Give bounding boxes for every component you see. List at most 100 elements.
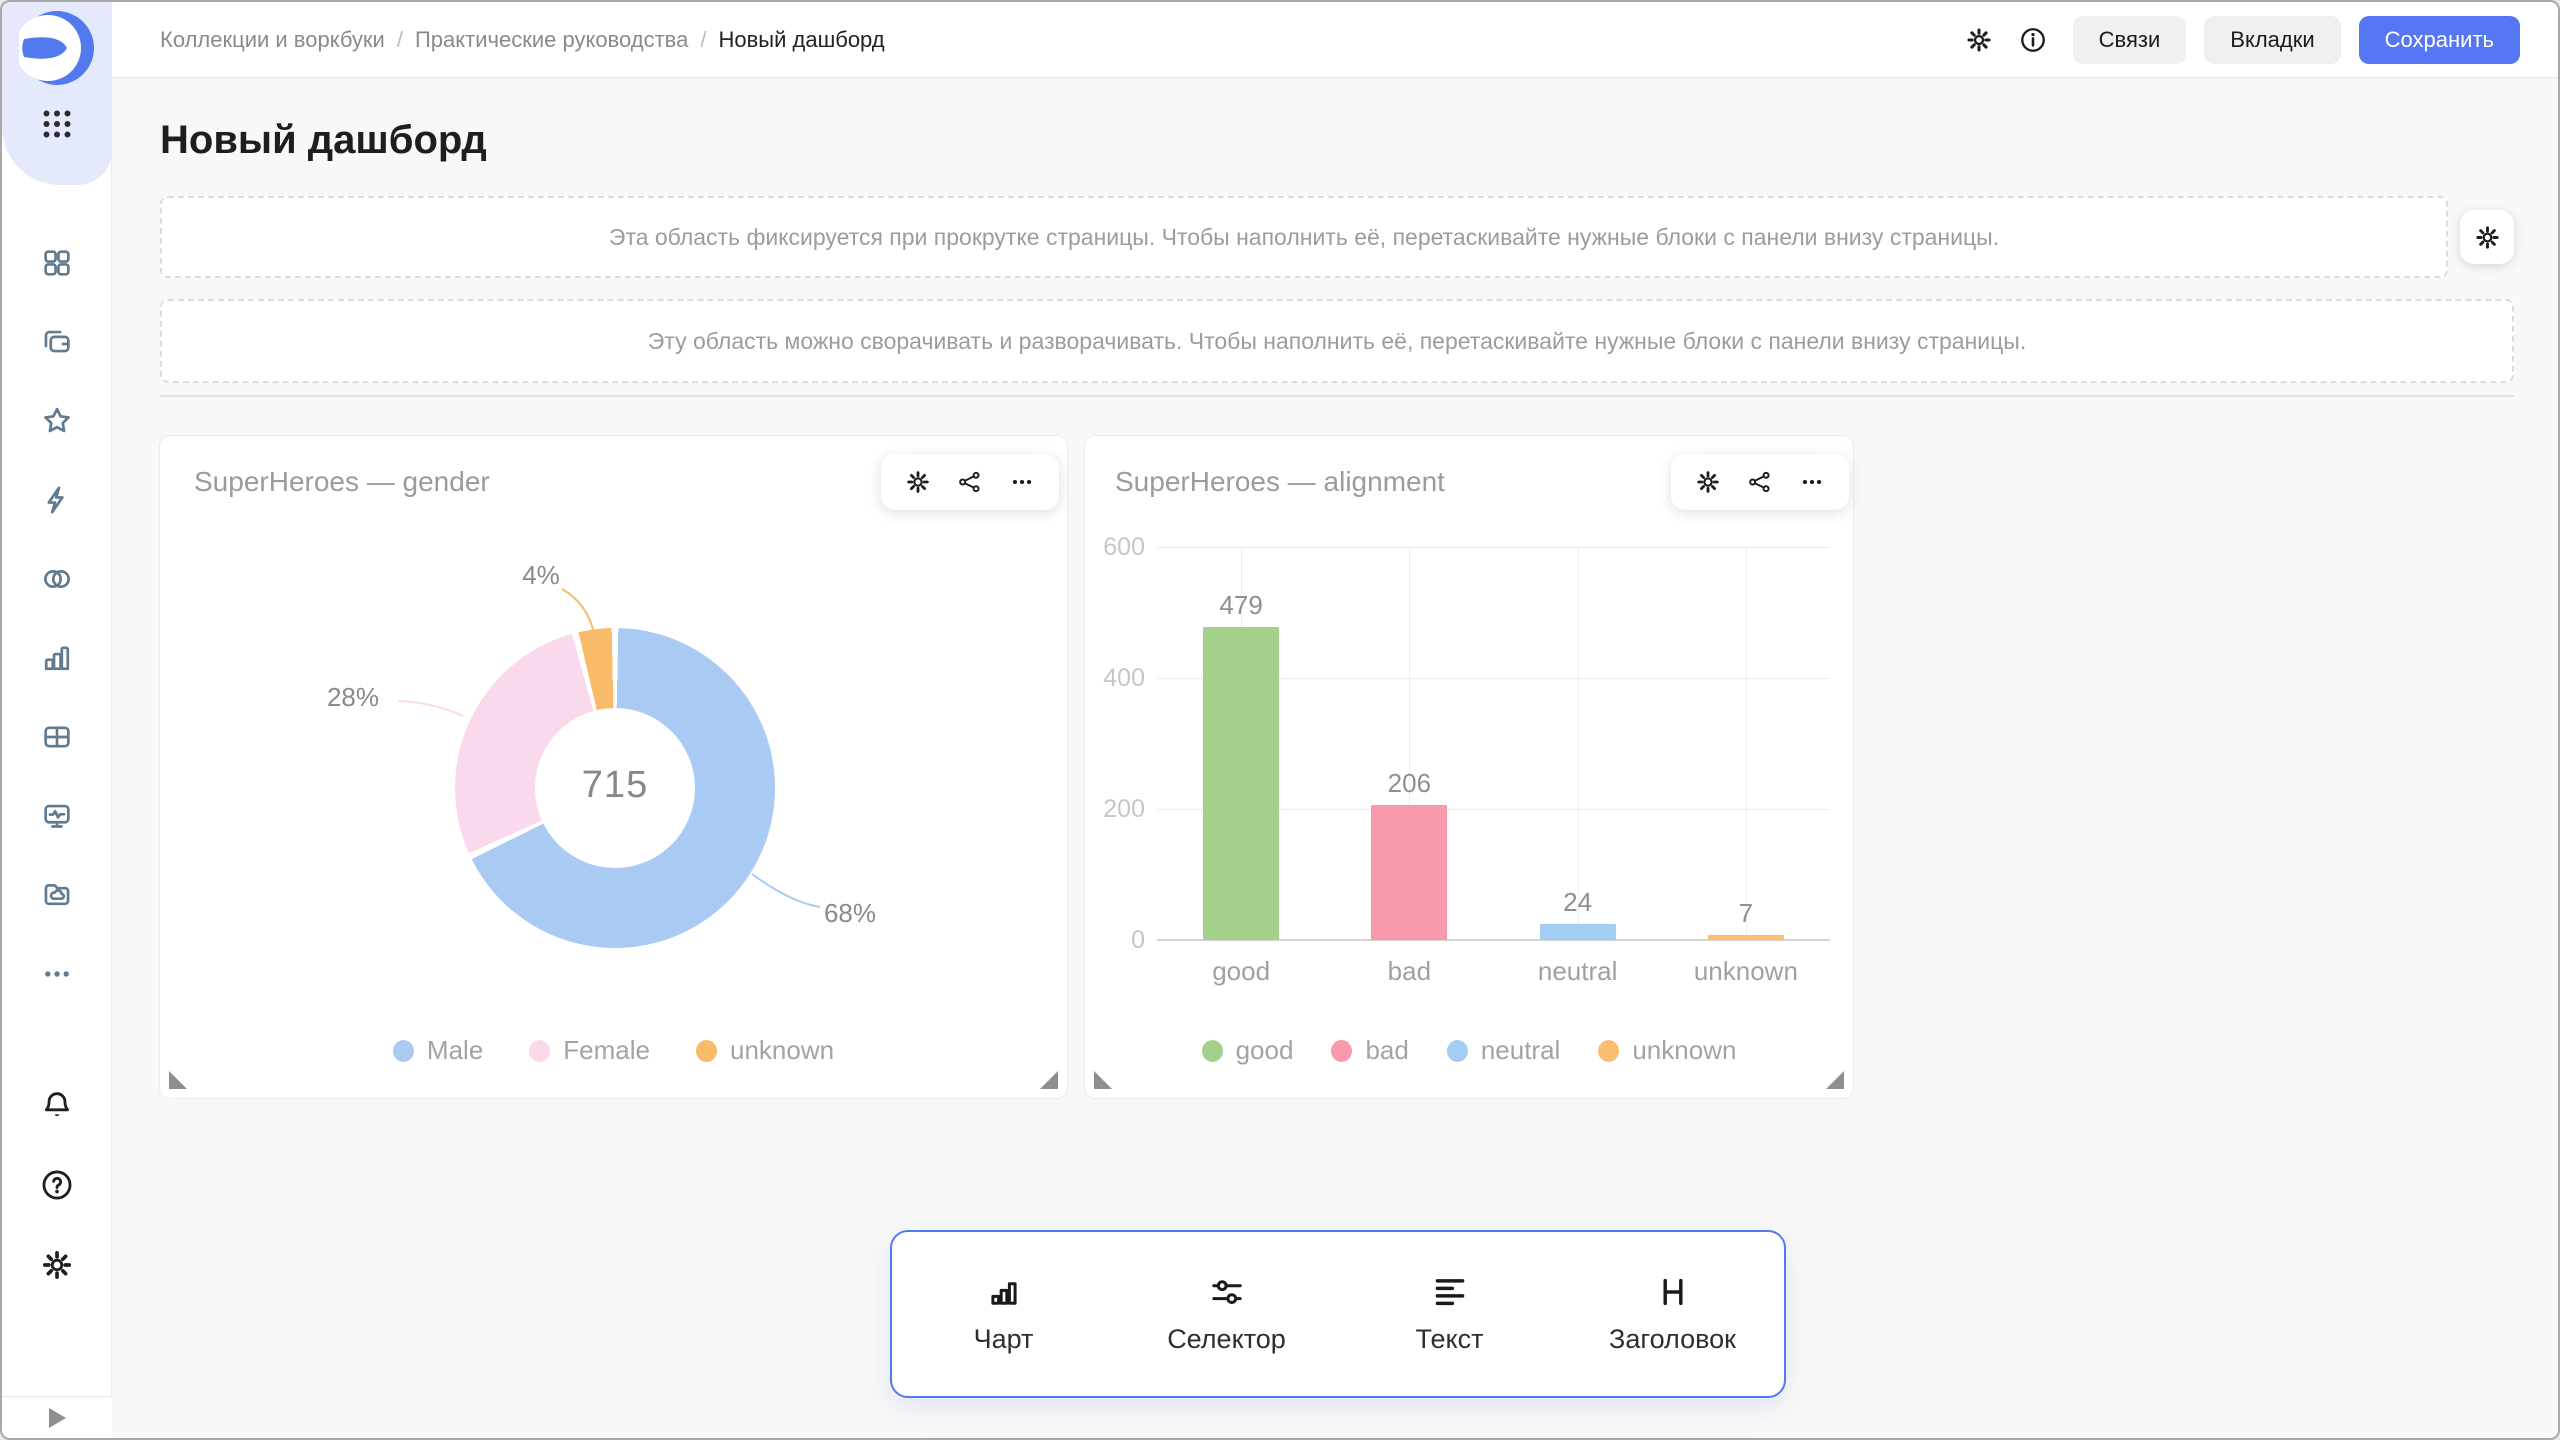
resize-handle-bottom-left[interactable] [169, 1071, 187, 1089]
bar-column-unknown: 7 [1662, 547, 1830, 940]
info-icon[interactable] [2019, 26, 2047, 54]
storage-icon[interactable] [40, 878, 74, 912]
charts-icon[interactable] [40, 641, 74, 675]
legend-label: good [1236, 1035, 1294, 1066]
bar-column-good: 479 [1157, 547, 1325, 940]
category-label: bad [1325, 956, 1493, 987]
breadcrumb-separator: / [700, 27, 706, 53]
bar [1540, 924, 1616, 940]
dashboard-canvas: Новый дашборд Эта область фиксируется пр… [112, 78, 2558, 1438]
page-title: Новый дашборд [160, 118, 487, 163]
legend-dot [1202, 1040, 1223, 1062]
bar-plot-area: 600 400 200 0 479 206 24 [1157, 547, 1830, 940]
bar-column-neutral: 24 [1494, 547, 1662, 940]
legend-label: Male [427, 1035, 483, 1066]
legend-item-male[interactable]: Male [393, 1035, 483, 1066]
fixed-area-settings-button[interactable] [2460, 210, 2514, 264]
selector-icon [1209, 1274, 1245, 1310]
collapsible-area-placeholder[interactable]: Эту область можно сворачивать и разворач… [160, 299, 2514, 383]
legend-item-female[interactable]: Female [529, 1035, 650, 1066]
settings-gear-icon[interactable] [40, 1248, 74, 1282]
widget-title: SuperHeroes — alignment [1115, 466, 1445, 498]
resize-handle-bottom-right[interactable] [1040, 1071, 1058, 1089]
widget-share-icon[interactable] [957, 469, 983, 495]
category-labels: good bad neutral unknown [1157, 956, 1830, 987]
chart-icon [986, 1274, 1022, 1310]
widget-alignment-bars[interactable]: SuperHeroes — alignment 600 400 200 0 47… [1085, 436, 1853, 1098]
legend-item-neutral[interactable]: neutral [1447, 1035, 1561, 1066]
legend-item-unknown[interactable]: unknown [696, 1035, 834, 1066]
bar-value: 479 [1219, 590, 1262, 621]
expand-sidebar-icon[interactable] [49, 1408, 66, 1428]
legend-dot [529, 1040, 550, 1062]
legend-item-good[interactable]: good [1202, 1035, 1294, 1066]
sidebar-nav [2, 246, 112, 991]
legend-item-unknown[interactable]: unknown [1598, 1035, 1736, 1066]
widget-settings-gear-icon[interactable] [1695, 469, 1721, 495]
breadcrumb-collections[interactable]: Коллекции и воркбуки [160, 27, 385, 53]
fixed-area-placeholder[interactable]: Эта область фиксируется при прокрутке ст… [160, 196, 2448, 278]
datalens-logo[interactable] [19, 10, 95, 86]
relations-button[interactable]: Связи [2073, 16, 2187, 64]
slice-label-male: 68% [810, 898, 890, 929]
panel-item-label: Текст [1416, 1324, 1484, 1355]
widget-more-icon[interactable] [1799, 469, 1825, 495]
collapsible-area-row: Эту область можно сворачивать и разворач… [160, 299, 2514, 383]
sidebar [2, 2, 112, 1438]
area-divider [160, 395, 2514, 397]
panel-item-label: Чарт [974, 1324, 1034, 1355]
breadcrumb-current: Новый дашборд [718, 27, 884, 53]
legend-dot [393, 1040, 414, 1062]
add-chart-button[interactable]: Чарт [892, 1274, 1115, 1355]
donut-legend: Male Female unknown [160, 1035, 1067, 1066]
resize-handle-bottom-left[interactable] [1094, 1071, 1112, 1089]
header-actions: Связи Вкладки Сохранить [1965, 16, 2558, 64]
collections-icon[interactable] [40, 325, 74, 359]
apps-grid-icon[interactable] [39, 106, 75, 142]
add-block-panel: Чарт Селектор Текст Заголовок [890, 1230, 1786, 1398]
legend-item-bad[interactable]: bad [1331, 1035, 1408, 1066]
widget-toolbar [881, 454, 1059, 510]
help-icon[interactable] [40, 1168, 74, 1202]
save-button[interactable]: Сохранить [2359, 16, 2520, 64]
tabs-button[interactable]: Вкладки [2204, 16, 2340, 64]
bar-value: 206 [1388, 768, 1431, 799]
bar [1371, 805, 1447, 940]
app-window: Коллекции и воркбуки / Практические руко… [0, 0, 2560, 1440]
breadcrumb: Коллекции и воркбуки / Практические руко… [160, 27, 885, 53]
collapsible-area-hint: Эту область можно сворачивать и разворач… [648, 328, 2026, 355]
y-tick: 600 [1095, 533, 1145, 561]
donut-total: 715 [545, 764, 685, 807]
widget-settings-gear-icon[interactable] [905, 469, 931, 495]
favorites-icon[interactable] [40, 404, 74, 438]
dashboards-icon[interactable] [40, 246, 74, 280]
add-text-button[interactable]: Текст [1338, 1274, 1561, 1355]
dashboard-settings-gear-icon[interactable] [1965, 26, 1993, 54]
gear-icon [2474, 224, 2501, 251]
more-icon[interactable] [40, 957, 74, 991]
notifications-bell-icon[interactable] [40, 1088, 74, 1122]
widget-more-icon[interactable] [1009, 469, 1035, 495]
category-label: good [1157, 956, 1325, 987]
legend-label: unknown [1632, 1035, 1736, 1066]
heading-icon [1655, 1274, 1691, 1310]
add-heading-button[interactable]: Заголовок [1561, 1274, 1784, 1355]
breadcrumb-workbook[interactable]: Практические руководства [415, 27, 688, 53]
widget-share-icon[interactable] [1747, 469, 1773, 495]
widget-gender-donut[interactable]: SuperHeroes — gender 715 4% 28% 68% Male [160, 436, 1067, 1098]
panel-item-label: Заголовок [1609, 1324, 1736, 1355]
category-label: neutral [1494, 956, 1662, 987]
bar-legend: good bad neutral unknown [1085, 1035, 1853, 1066]
monitoring-icon[interactable] [40, 799, 74, 833]
legend-dot [1331, 1040, 1352, 1062]
add-selector-button[interactable]: Селектор [1115, 1274, 1338, 1355]
connections-icon[interactable] [40, 562, 74, 596]
tables-icon[interactable] [40, 720, 74, 754]
slice-label-unknown: 4% [506, 560, 576, 591]
quick-actions-icon[interactable] [40, 483, 74, 517]
y-tick: 400 [1095, 664, 1145, 692]
fixed-area-row: Эта область фиксируется при прокрутке ст… [160, 196, 2514, 278]
top-header: Коллекции и воркбуки / Практические руко… [112, 2, 2558, 78]
bar-columns: 479 206 24 7 [1157, 547, 1830, 940]
resize-handle-bottom-right[interactable] [1826, 1071, 1844, 1089]
